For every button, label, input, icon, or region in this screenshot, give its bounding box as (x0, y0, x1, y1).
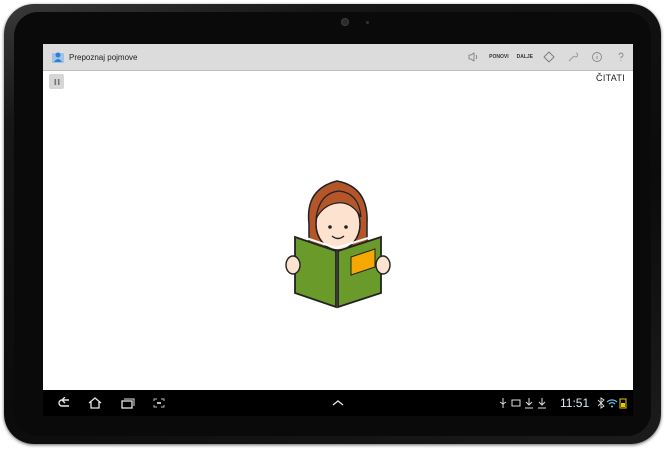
bluetooth-icon (596, 390, 606, 416)
front-camera (341, 18, 349, 26)
help-icon[interactable] (615, 51, 627, 63)
next-button[interactable]: DALJE (517, 54, 533, 60)
pause-button[interactable] (49, 74, 64, 89)
menu-up-icon[interactable] (327, 390, 349, 416)
speaker-icon[interactable] (467, 51, 479, 63)
download-icon (523, 390, 535, 416)
pause-icon (54, 78, 59, 85)
system-nav-bar: 11:51 (43, 390, 633, 416)
battery-icon (618, 390, 628, 416)
app-title: Prepoznaj pojmove (69, 52, 138, 62)
status-clock[interactable]: 11:51 (560, 396, 589, 410)
diamond-icon[interactable] (543, 51, 555, 63)
repeat-button[interactable]: PONOVI (489, 54, 508, 60)
app-screen: Prepoznaj pojmove PONOVI DALJE ČITATI (43, 44, 633, 390)
info-icon[interactable] (591, 51, 603, 63)
recent-apps-icon[interactable] (117, 390, 137, 416)
home-icon[interactable] (85, 390, 105, 416)
action-bar: Prepoznaj pojmove PONOVI DALJE (43, 44, 633, 71)
concept-picture[interactable] (279, 169, 397, 309)
concept-word: ČITATI (596, 73, 625, 83)
back-icon[interactable] (55, 390, 75, 416)
light-sensor (366, 21, 369, 24)
app-icon[interactable] (51, 50, 65, 64)
wrench-icon[interactable] (567, 51, 579, 63)
gallery-icon (510, 390, 522, 416)
download-icon-2 (536, 390, 548, 416)
screenshot-icon[interactable] (149, 390, 169, 416)
usb-icon (497, 390, 509, 416)
wifi-icon (606, 390, 618, 416)
